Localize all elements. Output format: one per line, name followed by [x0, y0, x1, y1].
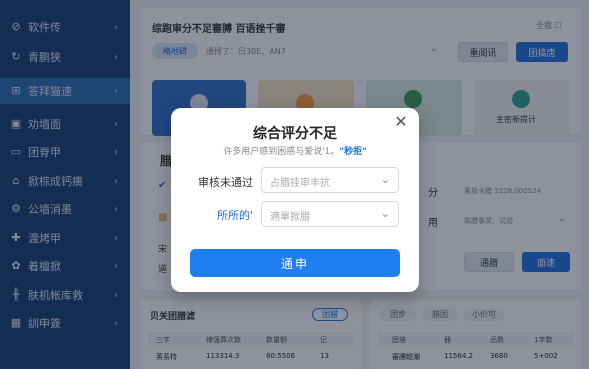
field-label-review: 审核未通过 — [198, 176, 253, 189]
submit-button[interactable]: 通申 — [190, 249, 400, 277]
dialog-subtitle: 许多用户感到困惑与爱说'1。"秒拒" — [171, 144, 419, 157]
subtitle-text: 许多用户感到困惑与爱说'1。 — [223, 147, 340, 157]
select-value: 適單掀腊 — [270, 212, 310, 223]
subtitle-highlight: "秒拒" — [339, 147, 367, 157]
review-select[interactable]: 占腊挂审丰抗 ⌄ — [261, 167, 399, 193]
field-label-location: 所所的' — [216, 209, 253, 222]
chevron-down-icon: ⌄ — [380, 207, 390, 220]
score-insufficient-dialog: ✕ 综合评分不足 许多用户感到困惑与爱说'1。"秒拒" 审核未通过 占腊挂审丰抗… — [171, 108, 419, 292]
dialog-title: 综合评分不足 — [253, 126, 337, 142]
chevron-down-icon: ⌄ — [380, 173, 390, 186]
location-select[interactable]: 適單掀腊 ⌄ — [261, 201, 399, 227]
select-value: 占腊挂审丰抗 — [270, 178, 330, 189]
